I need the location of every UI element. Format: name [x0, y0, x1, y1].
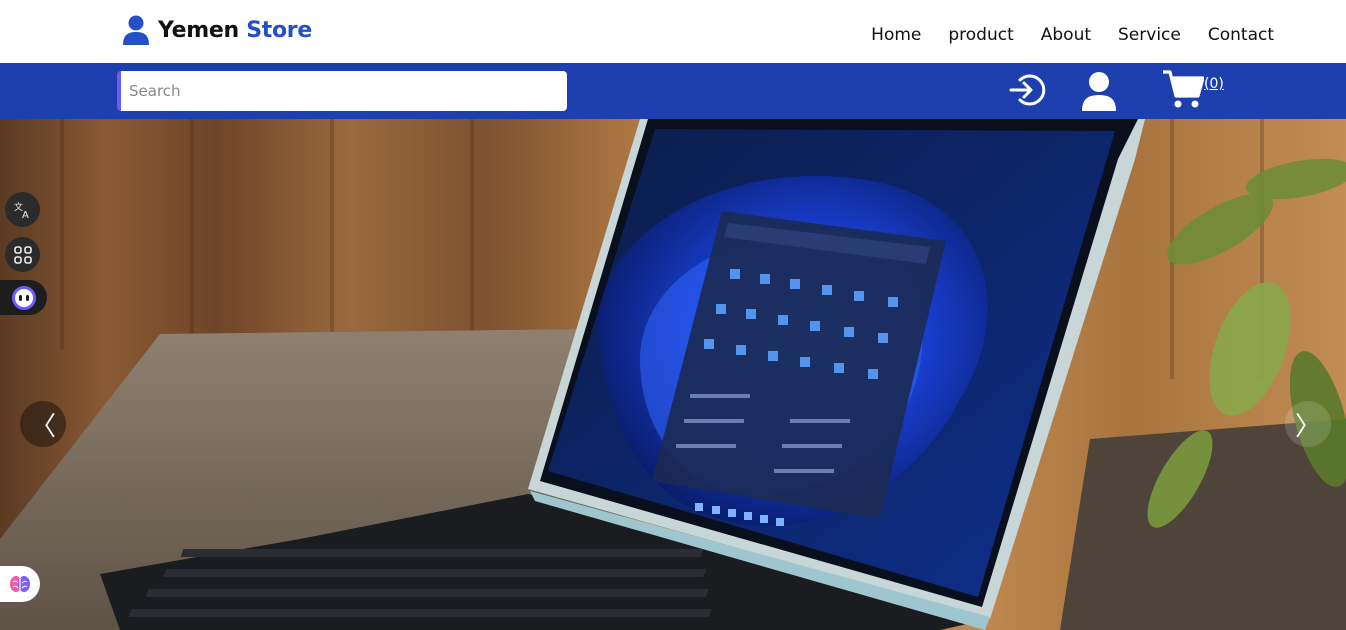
search-input[interactable]	[121, 71, 567, 111]
hero-carousel: 〈 〉	[0, 119, 1346, 630]
brain-assistant-button[interactable]	[0, 566, 40, 602]
nav-service[interactable]: Service	[1118, 25, 1181, 45]
account-icon[interactable]	[1080, 71, 1118, 113]
toolbar: (0)	[0, 63, 1346, 119]
main-nav: Home product About Service Contact	[871, 25, 1274, 45]
nav-contact[interactable]: Contact	[1208, 25, 1274, 45]
translate-button[interactable]: 文 A	[5, 192, 40, 227]
svg-text:A: A	[22, 210, 29, 220]
carousel-prev-button[interactable]: 〈	[20, 401, 66, 447]
login-icon[interactable]	[1008, 71, 1046, 109]
search-box	[117, 71, 567, 111]
apps-button[interactable]	[5, 237, 40, 272]
brand-name: Yemen Store	[158, 18, 312, 43]
carousel-next-button[interactable]: 〉	[1285, 401, 1331, 447]
cart-count[interactable]: (0)	[1204, 76, 1224, 92]
user-icon	[123, 15, 149, 45]
brand-name-part1: Yemen	[158, 17, 239, 43]
laptop-windows-hero-image	[0, 119, 1346, 630]
assistant-bot-button[interactable]	[0, 280, 47, 315]
brain-icon	[10, 576, 30, 592]
nav-product[interactable]: product	[948, 25, 1013, 45]
site-header: Yemen Store Home product About Service C…	[0, 0, 1346, 63]
brand-name-part2: Store	[246, 17, 312, 43]
cart-icon	[1163, 70, 1204, 108]
apps-grid-icon	[13, 245, 32, 264]
nav-home[interactable]: Home	[871, 25, 921, 45]
assistant-bot-icon	[11, 285, 36, 310]
nav-about[interactable]: About	[1041, 25, 1091, 45]
cart[interactable]: (0)	[1162, 69, 1224, 109]
translate-icon: 文 A	[14, 201, 29, 220]
brand-logo[interactable]: Yemen Store	[122, 15, 312, 45]
